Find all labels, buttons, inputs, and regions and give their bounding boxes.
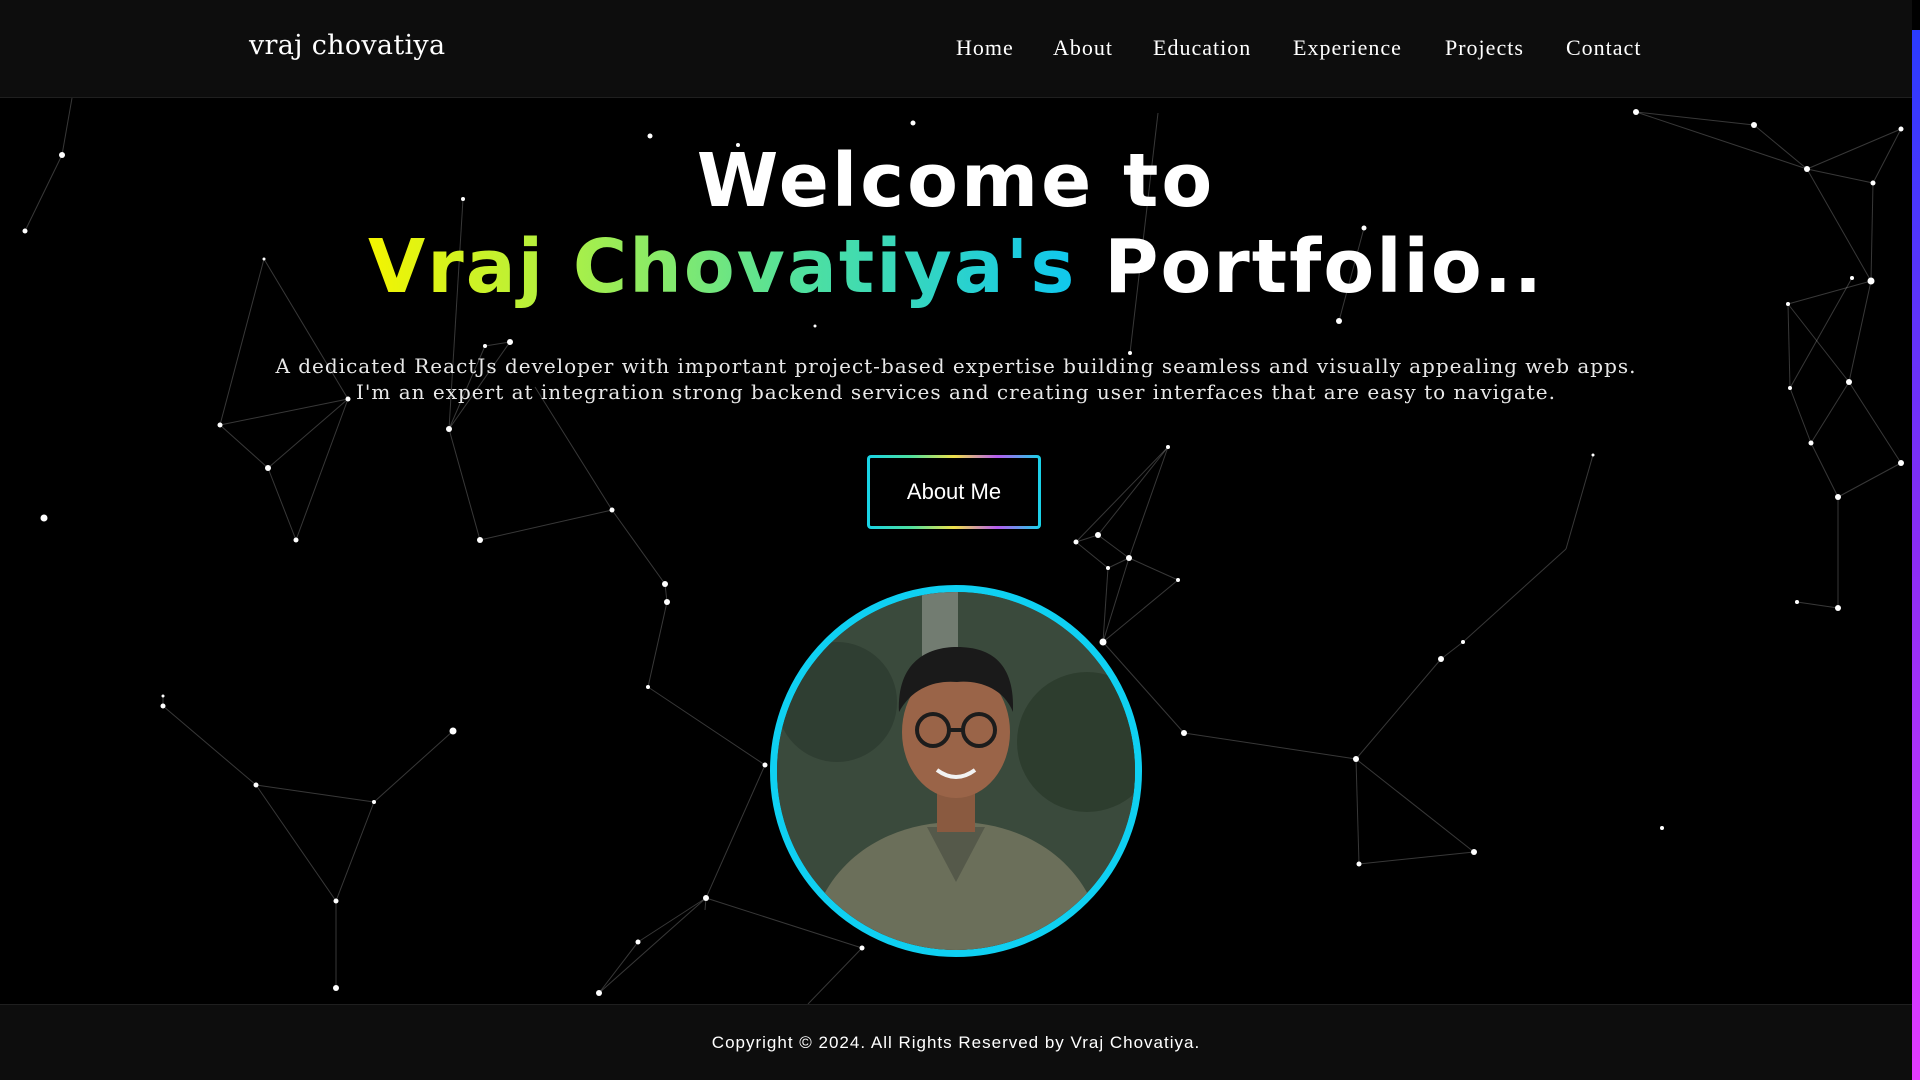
hero-section: Welcome to Vraj Chovatiya's Portfolio.. … — [0, 98, 1912, 1004]
hero-title-welcome: Welcome to — [696, 138, 1216, 224]
nav-link-about[interactable]: About — [1053, 35, 1113, 61]
about-me-button[interactable]: About Me — [867, 455, 1041, 529]
footer: Copyright © 2024. All Rights Reserved by… — [0, 1004, 1912, 1080]
footer-copyright: Copyright © 2024. All Rights Reserved by… — [711, 1032, 1201, 1052]
hero-description-line2: I'm an expert at integration strong back… — [356, 380, 1556, 404]
nav-link-projects[interactable]: Projects — [1445, 35, 1524, 61]
nav-links: Home About Education Experience Projects… — [0, 35, 1912, 65]
hero-name-gradient: Vraj Chovatiya's — [368, 224, 1077, 310]
nav-link-experience[interactable]: Experience — [1293, 35, 1402, 61]
profile-photo-icon — [777, 592, 1135, 950]
nav-link-home[interactable]: Home — [956, 35, 1014, 61]
hero-description-line1: A dedicated ReactJs developer with impor… — [275, 354, 1637, 378]
nav-link-contact[interactable]: Contact — [1566, 35, 1641, 61]
hero-title-portfolio: Vraj Chovatiya's Portfolio.. — [0, 224, 1912, 310]
profile-avatar — [770, 585, 1142, 957]
scrollbar[interactable] — [1912, 30, 1920, 1080]
navbar: vraj chovatiya Home About Education Expe… — [0, 0, 1912, 98]
hero-title-suffix: Portfolio.. — [1076, 224, 1544, 310]
nav-link-education[interactable]: Education — [1153, 35, 1251, 61]
